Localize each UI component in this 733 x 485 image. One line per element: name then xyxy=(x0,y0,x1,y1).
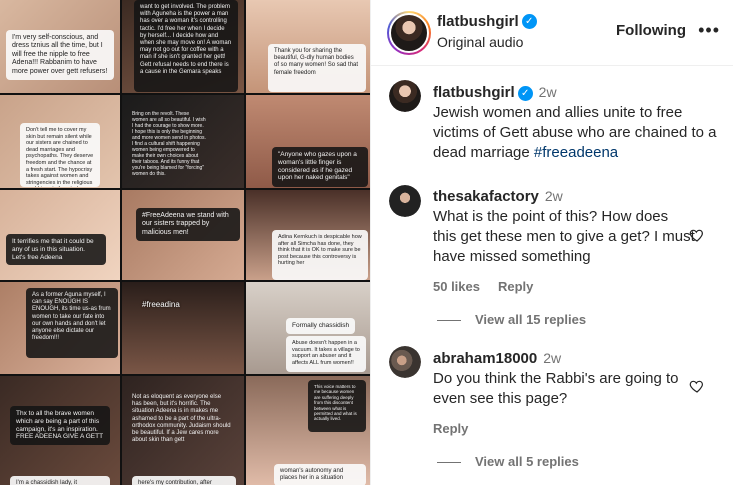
collage-caption: Thx to all the brave women which are bei… xyxy=(10,406,110,446)
audio-label[interactable]: Original audio xyxy=(437,34,523,50)
collage-caption: Bring on the revolt. These women are all… xyxy=(132,111,206,177)
collage-caption: here's my contribution, after xyxy=(132,476,236,485)
verified-badge-icon: ✓ xyxy=(517,85,533,101)
avatar[interactable] xyxy=(389,80,421,112)
collage-caption: Adina Kernkuch is despicable how after a… xyxy=(272,230,368,280)
collage-tile: I'm very self-conscious, and dress tzniu… xyxy=(0,0,120,93)
comment-timestamp: 2w xyxy=(544,188,563,204)
avatar[interactable] xyxy=(387,11,431,55)
collage-tile: #freeadina xyxy=(122,282,244,374)
collage-tile: want to get involved. The problem with A… xyxy=(122,0,244,93)
post-details-panel: flatbushgirl ✓ Original audio Following •… xyxy=(370,0,733,485)
collage-caption: I'm a chassidish lady, it xyxy=(10,476,110,485)
collage-caption: "Anyone who gazes upon a woman's little … xyxy=(272,147,368,187)
comment-text: Do you think the Rabbi's are going to ev… xyxy=(433,370,679,407)
comment: abraham18000 2w Do you think the Rabbi's … xyxy=(433,348,695,436)
comment: thesakafactory 2w What is the point of th… xyxy=(433,186,695,294)
caption-username[interactable]: flatbushgirl xyxy=(433,84,515,101)
collage-tile: It terrifies me that it could be any of … xyxy=(0,190,120,280)
collage-caption: I'm very self-conscious, and dress tzniu… xyxy=(6,30,114,80)
comment-likes[interactable]: 50 likes xyxy=(433,279,480,294)
reply-button[interactable]: Reply xyxy=(498,279,533,294)
comment-username[interactable]: thesakafactory xyxy=(433,188,539,205)
caption-timestamp: 2w xyxy=(538,84,557,100)
heart-icon[interactable] xyxy=(689,227,705,243)
collage-tile: Adina Kernkuch is despicable how after a… xyxy=(246,190,370,280)
collage-caption: As a former Aguna myself, I can say ENOU… xyxy=(26,288,118,358)
collage-tile: Thx to all the brave women which are bei… xyxy=(0,376,120,485)
reel-media-collage[interactable]: I'm very self-conscious, and dress tzniu… xyxy=(0,0,370,485)
verified-badge-icon: ✓ xyxy=(521,14,537,30)
hashtag-link[interactable]: #freeadeena xyxy=(534,144,618,161)
collage-tile: Bring on the revolt. These women are all… xyxy=(122,95,244,188)
collage-tile: #FreeAdeena we stand with our sisters tr… xyxy=(122,190,244,280)
collage-tile: Not as eloquent as everyone else has bee… xyxy=(122,376,244,485)
post-caption: flatbushgirl ✓ 2w Jewish women and allies … xyxy=(433,82,718,163)
collage-caption: woman's autonomy and places her in a sit… xyxy=(274,464,366,485)
collage-tile: As a former Aguna myself, I can say ENOU… xyxy=(0,282,120,374)
header-username[interactable]: flatbushgirl xyxy=(437,13,519,30)
collage-caption: Don't tell me to cover my skin but remai… xyxy=(20,123,100,187)
collage-tile: Don't tell me to cover my skin but remai… xyxy=(0,95,120,188)
avatar[interactable] xyxy=(389,185,421,217)
collage-tile: Thank you for sharing the beautiful, G-d… xyxy=(246,0,370,93)
collage-caption: Formally chassidish xyxy=(286,318,356,334)
collage-caption: want to get involved. The problem with A… xyxy=(134,0,238,92)
comment-text: What is the point of this? How does this… xyxy=(433,208,695,265)
collage-tile: This voice matters to me because women a… xyxy=(246,376,370,485)
collage-caption: Not as eloquent as everyone else has bee… xyxy=(132,394,231,444)
collage-caption: #freeadina xyxy=(142,300,180,309)
more-options-icon[interactable]: ••• xyxy=(698,20,720,41)
collage-caption: This voice matters to me because women a… xyxy=(308,380,366,432)
collage-caption: Thank you for sharing the beautiful, G-d… xyxy=(268,44,366,92)
avatar[interactable] xyxy=(389,346,421,378)
comment-username[interactable]: abraham18000 xyxy=(433,350,537,367)
collage-caption: #FreeAdeena we stand with our sisters tr… xyxy=(136,208,240,242)
reply-button[interactable]: Reply xyxy=(433,421,468,436)
post-header: flatbushgirl ✓ Original audio Following •… xyxy=(371,0,733,66)
collage-tile: "Anyone who gazes upon a woman's little … xyxy=(246,95,370,188)
following-button[interactable]: Following xyxy=(616,22,686,39)
view-replies-button[interactable]: View all 5 replies xyxy=(437,454,579,469)
comment-timestamp: 2w xyxy=(543,350,562,366)
heart-icon[interactable] xyxy=(689,378,705,394)
collage-tile: Formally chassidish Abuse doesn't happen… xyxy=(246,282,370,374)
collage-caption: It terrifies me that it could be any of … xyxy=(6,234,106,266)
view-replies-button[interactable]: View all 15 replies xyxy=(437,312,586,327)
collage-caption: Abuse doesn't happen in a vacuum. It tak… xyxy=(286,336,366,372)
